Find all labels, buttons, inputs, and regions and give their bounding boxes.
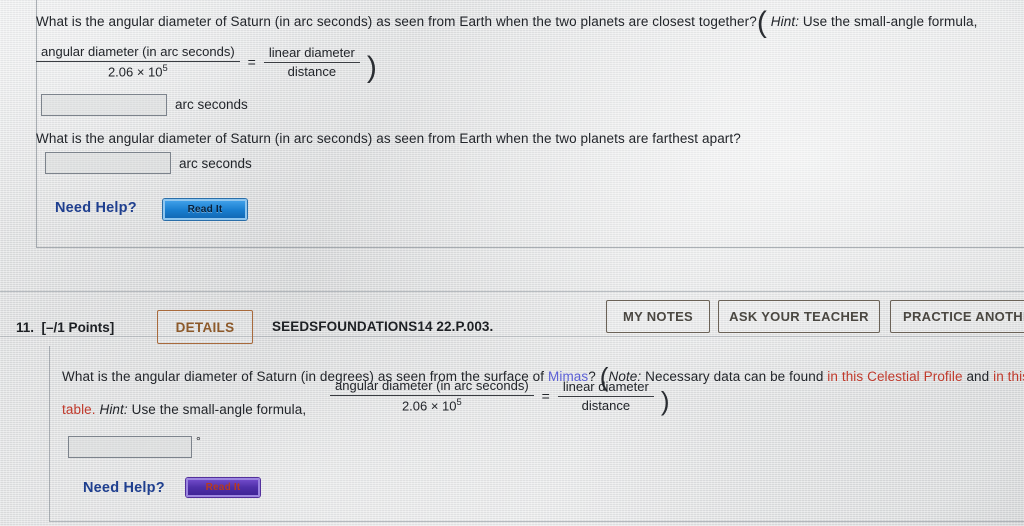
question-a-hint-label: Hint:	[770, 14, 800, 29]
question-11-hint-label: Hint:	[99, 402, 128, 417]
read-it-button-q11[interactable]: Read It	[186, 478, 260, 497]
formula-equals-sign: =	[247, 54, 256, 71]
question-11-prompt-line2: table. Hint: Use the small-angle formula…	[62, 401, 306, 419]
q11-formula-left-denominator: 2.06 × 105	[397, 396, 467, 415]
table-link-start[interactable]: in this	[993, 369, 1024, 384]
q11-formula-right-numerator: linear diameter	[557, 379, 654, 397]
question-11-index: 11.	[16, 320, 35, 335]
q11-formula-right-denominator: distance	[581, 397, 631, 413]
formula-right-fraction: linear diameter distance	[263, 45, 360, 81]
need-help-label-q11: Need Help?	[83, 480, 165, 496]
question-a-answer-unit: arc seconds	[175, 97, 248, 112]
formula-left-denominator-exponent: 5	[162, 63, 168, 74]
formula-right-denominator: distance	[287, 63, 337, 79]
question-b-answer-unit: arc seconds	[179, 156, 252, 171]
read-it-button-q10[interactable]: Read It	[163, 199, 247, 220]
question-a-prompt-text: What is the angular diameter of Saturn (…	[36, 14, 757, 29]
celestial-profile-link[interactable]: in this Celestial Profile	[827, 369, 962, 384]
question-a-open-paren: (	[756, 6, 767, 39]
section-divider	[0, 291, 1024, 292]
question-11-number: 11. [–/1 Points]	[16, 320, 114, 335]
formula-left-denominator: 2.06 × 105	[103, 62, 173, 81]
question-b-answer-input[interactable]	[45, 152, 171, 174]
my-notes-button[interactable]: MY NOTES	[606, 300, 710, 333]
practice-another-button[interactable]: PRACTICE ANOTHER	[890, 300, 1024, 333]
formula-left-fraction: angular diameter (in arc seconds) 2.06 ×…	[36, 44, 240, 81]
q11-formula-left-denominator-exponent: 5	[456, 397, 462, 408]
q11-formula-equals-sign: =	[541, 388, 550, 405]
details-button[interactable]: DETAILS	[157, 310, 253, 344]
question-11-code: SEEDSFOUNDATIONS14 22.P.003.	[272, 319, 494, 334]
question-b-prompt: What is the angular diameter of Saturn (…	[36, 131, 741, 146]
question-a-formula: angular diameter (in arc seconds) 2.06 ×…	[36, 44, 377, 83]
question-a-answer-input[interactable]	[41, 94, 167, 116]
question-11-answer-unit: °	[196, 434, 201, 448]
question-11-formula: angular diameter (in arc seconds) 2.06 ×…	[330, 378, 670, 415]
question-11-hint-text: Use the small-angle formula,	[127, 402, 307, 417]
formula-left-denominator-base: 2.06 × 10	[107, 64, 163, 80]
question-11-answer-input[interactable]	[68, 436, 192, 458]
formula-left-numerator: angular diameter (in arc seconds)	[36, 44, 240, 63]
ask-your-teacher-button[interactable]: ASK YOUR TEACHER	[718, 300, 880, 333]
question-11-note-and: and	[962, 369, 994, 384]
table-link-end[interactable]: table.	[62, 402, 96, 417]
q11-formula-right-fraction: linear diameter distance	[557, 379, 654, 415]
q11-formula-left-fraction: angular diameter (in arc seconds) 2.06 ×…	[330, 378, 534, 415]
need-help-label-q10: Need Help?	[55, 200, 137, 216]
question-11-points: [–/1 Points]	[41, 320, 115, 335]
question-a-prompt: What is the angular diameter of Saturn (…	[36, 8, 978, 38]
section-divider-secondary	[0, 336, 1024, 337]
q11-formula-left-numerator: angular diameter (in arc seconds)	[330, 378, 534, 397]
question-a-hint-text: Use the small-angle formula,	[799, 14, 978, 29]
formula-right-numerator: linear diameter	[263, 45, 360, 63]
assignment-page: What is the angular diameter of Saturn (…	[0, 0, 1024, 526]
q11-formula-left-denominator-base: 2.06 × 10	[401, 398, 457, 414]
